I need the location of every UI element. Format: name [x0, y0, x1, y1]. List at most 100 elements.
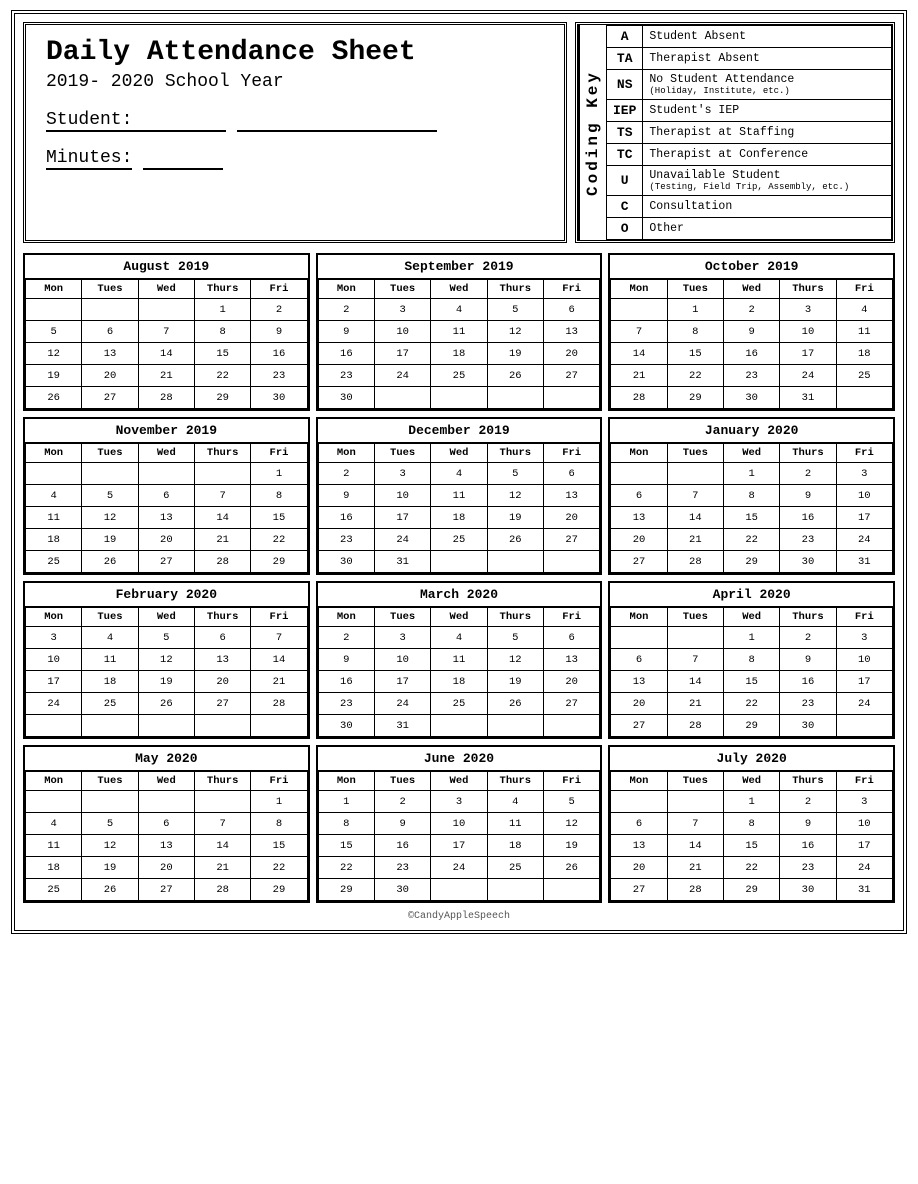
- calendar-day-cell[interactable]: 25: [26, 551, 82, 573]
- calendar-day-cell[interactable]: 15: [723, 507, 779, 529]
- calendar-day-cell[interactable]: 3: [836, 791, 892, 813]
- calendar-day-cell[interactable]: 27: [543, 365, 599, 387]
- calendar-day-cell[interactable]: 28: [251, 693, 307, 715]
- calendar-day-cell[interactable]: [82, 791, 138, 813]
- calendar-day-cell[interactable]: 10: [26, 649, 82, 671]
- calendar-day-cell[interactable]: 22: [194, 365, 250, 387]
- calendar-day-cell[interactable]: 14: [667, 671, 723, 693]
- calendar-day-cell[interactable]: 17: [836, 507, 892, 529]
- calendar-day-cell[interactable]: 31: [374, 715, 430, 737]
- calendar-day-cell[interactable]: 2: [318, 463, 374, 485]
- calendar-day-cell[interactable]: 13: [543, 321, 599, 343]
- calendar-day-cell[interactable]: 2: [251, 299, 307, 321]
- calendar-day-cell[interactable]: 11: [487, 813, 543, 835]
- calendar-day-cell[interactable]: 8: [251, 813, 307, 835]
- calendar-day-cell[interactable]: 25: [431, 529, 487, 551]
- calendar-day-cell[interactable]: 2: [780, 791, 836, 813]
- calendar-day-cell[interactable]: [487, 879, 543, 901]
- calendar-day-cell[interactable]: 18: [26, 529, 82, 551]
- calendar-day-cell[interactable]: 25: [26, 879, 82, 901]
- calendar-day-cell[interactable]: 27: [138, 879, 194, 901]
- calendar-day-cell[interactable]: 29: [194, 387, 250, 409]
- minutes-value[interactable]: [143, 148, 223, 170]
- calendar-day-cell[interactable]: 20: [543, 671, 599, 693]
- calendar-day-cell[interactable]: 13: [543, 485, 599, 507]
- calendar-day-cell[interactable]: 5: [138, 627, 194, 649]
- calendar-day-cell[interactable]: [611, 299, 667, 321]
- calendar-day-cell[interactable]: 30: [318, 551, 374, 573]
- calendar-day-cell[interactable]: [194, 463, 250, 485]
- calendar-day-cell[interactable]: 26: [487, 365, 543, 387]
- calendar-day-cell[interactable]: 14: [611, 343, 667, 365]
- calendar-day-cell[interactable]: 6: [611, 649, 667, 671]
- calendar-day-cell[interactable]: 31: [836, 879, 892, 901]
- calendar-day-cell[interactable]: [543, 551, 599, 573]
- calendar-day-cell[interactable]: 1: [667, 299, 723, 321]
- calendar-day-cell[interactable]: 4: [836, 299, 892, 321]
- calendar-day-cell[interactable]: 1: [723, 463, 779, 485]
- calendar-day-cell[interactable]: 1: [723, 791, 779, 813]
- calendar-day-cell[interactable]: 27: [611, 879, 667, 901]
- calendar-day-cell[interactable]: 29: [251, 879, 307, 901]
- calendar-day-cell[interactable]: 17: [374, 343, 430, 365]
- calendar-day-cell[interactable]: [82, 715, 138, 737]
- calendar-day-cell[interactable]: [487, 715, 543, 737]
- calendar-day-cell[interactable]: 2: [318, 299, 374, 321]
- calendar-day-cell[interactable]: 6: [194, 627, 250, 649]
- calendar-day-cell[interactable]: 15: [723, 671, 779, 693]
- calendar-day-cell[interactable]: 5: [82, 813, 138, 835]
- calendar-day-cell[interactable]: 19: [82, 529, 138, 551]
- calendar-day-cell[interactable]: 9: [318, 485, 374, 507]
- calendar-day-cell[interactable]: 3: [374, 627, 430, 649]
- calendar-day-cell[interactable]: 20: [194, 671, 250, 693]
- calendar-day-cell[interactable]: 7: [667, 649, 723, 671]
- calendar-day-cell[interactable]: 3: [374, 299, 430, 321]
- calendar-day-cell[interactable]: 6: [611, 485, 667, 507]
- calendar-day-cell[interactable]: 20: [543, 507, 599, 529]
- calendar-day-cell[interactable]: 24: [431, 857, 487, 879]
- calendar-day-cell[interactable]: 22: [318, 857, 374, 879]
- calendar-day-cell[interactable]: 9: [251, 321, 307, 343]
- calendar-day-cell[interactable]: 3: [836, 627, 892, 649]
- calendar-day-cell[interactable]: 12: [82, 507, 138, 529]
- calendar-day-cell[interactable]: 30: [318, 387, 374, 409]
- calendar-day-cell[interactable]: 20: [138, 529, 194, 551]
- calendar-day-cell[interactable]: 10: [836, 649, 892, 671]
- calendar-day-cell[interactable]: 9: [780, 649, 836, 671]
- calendar-day-cell[interactable]: 1: [194, 299, 250, 321]
- calendar-day-cell[interactable]: 21: [138, 365, 194, 387]
- calendar-day-cell[interactable]: 4: [82, 627, 138, 649]
- calendar-day-cell[interactable]: [194, 715, 250, 737]
- calendar-day-cell[interactable]: 15: [318, 835, 374, 857]
- calendar-day-cell[interactable]: 9: [374, 813, 430, 835]
- calendar-day-cell[interactable]: 13: [138, 507, 194, 529]
- calendar-day-cell[interactable]: 15: [251, 835, 307, 857]
- calendar-day-cell[interactable]: 22: [723, 693, 779, 715]
- calendar-day-cell[interactable]: 22: [251, 529, 307, 551]
- calendar-day-cell[interactable]: 17: [780, 343, 836, 365]
- calendar-day-cell[interactable]: 19: [82, 857, 138, 879]
- calendar-day-cell[interactable]: 15: [251, 507, 307, 529]
- calendar-day-cell[interactable]: 16: [780, 507, 836, 529]
- calendar-day-cell[interactable]: 9: [780, 813, 836, 835]
- calendar-day-cell[interactable]: 20: [611, 693, 667, 715]
- calendar-day-cell[interactable]: 14: [251, 649, 307, 671]
- calendar-day-cell[interactable]: 7: [251, 627, 307, 649]
- calendar-day-cell[interactable]: 25: [836, 365, 892, 387]
- calendar-day-cell[interactable]: [138, 715, 194, 737]
- calendar-day-cell[interactable]: 12: [543, 813, 599, 835]
- calendar-day-cell[interactable]: 12: [138, 649, 194, 671]
- calendar-day-cell[interactable]: 18: [487, 835, 543, 857]
- calendar-day-cell[interactable]: 27: [543, 529, 599, 551]
- calendar-day-cell[interactable]: [26, 299, 82, 321]
- calendar-day-cell[interactable]: 8: [723, 485, 779, 507]
- calendar-day-cell[interactable]: 8: [251, 485, 307, 507]
- calendar-day-cell[interactable]: 25: [487, 857, 543, 879]
- calendar-day-cell[interactable]: [611, 627, 667, 649]
- calendar-day-cell[interactable]: 29: [251, 551, 307, 573]
- calendar-day-cell[interactable]: [431, 551, 487, 573]
- calendar-day-cell[interactable]: 15: [667, 343, 723, 365]
- calendar-day-cell[interactable]: 11: [431, 649, 487, 671]
- calendar-day-cell[interactable]: 12: [82, 835, 138, 857]
- calendar-day-cell[interactable]: 1: [251, 463, 307, 485]
